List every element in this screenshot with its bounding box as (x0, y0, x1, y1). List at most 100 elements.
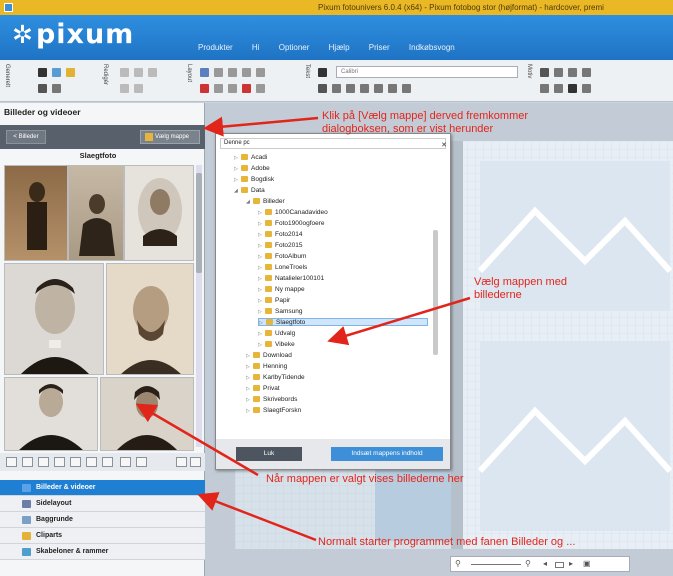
rotate-icon[interactable] (120, 457, 131, 467)
prev-page-icon[interactable]: ◂ (543, 559, 547, 568)
photo-icon[interactable] (52, 68, 61, 77)
text-tool-icon[interactable] (318, 68, 327, 77)
help-icon[interactable] (66, 68, 75, 77)
motif-zoom-icon[interactable] (554, 68, 563, 77)
tree-item-folder[interactable]: ▷ Henning (246, 363, 287, 371)
tree-item-adobe[interactable]: ▷ Adobe (234, 165, 270, 173)
zoom-out-icon[interactable] (22, 457, 33, 467)
preview-icon[interactable]: ▣ (583, 559, 591, 568)
delete-icon[interactable] (136, 457, 147, 467)
tree-scrollbar[interactable] (433, 230, 438, 355)
motif-fill-icon[interactable] (568, 84, 577, 93)
underline-icon[interactable] (346, 84, 355, 93)
undo-icon[interactable] (120, 68, 129, 77)
tab-cliparts[interactable]: Cliparts (0, 528, 205, 544)
thumbnail-photo[interactable] (68, 165, 124, 261)
thumbnail-scroll-thumb[interactable] (196, 173, 202, 273)
tree-item-folder[interactable]: ▷ Udvalg (258, 330, 295, 338)
motif-more-icon[interactable] (582, 84, 591, 93)
tree-item-folder[interactable]: ▷ Natalieler100101 (258, 275, 324, 283)
thumbnail-photo[interactable] (4, 377, 98, 451)
menu-produkter[interactable]: Produkter (198, 43, 233, 52)
settings-icon[interactable] (52, 84, 61, 93)
tree-item-folder[interactable]: ▷ Papir (258, 297, 290, 305)
tree-item-folder[interactable]: ▷ LoneTroels (258, 264, 307, 272)
tree-item-folder[interactable]: ▷ Ny mappe (258, 286, 305, 294)
zoom-in-icon[interactable] (38, 457, 49, 467)
menu-hjaelp[interactable]: Hjælp (329, 43, 350, 52)
layout-front-icon[interactable] (214, 84, 223, 93)
tree-item-folder[interactable]: ▷ Foto1900ogfoere (258, 220, 325, 228)
align-left-icon[interactable] (360, 84, 369, 93)
back-button[interactable]: < Billeder (6, 130, 46, 144)
align-center-icon[interactable] (374, 84, 383, 93)
paste-icon[interactable] (134, 84, 143, 93)
zoom-out-icon[interactable]: ⚲ (455, 559, 461, 568)
filter-icon[interactable] (102, 457, 113, 467)
tree-item-folder[interactable]: ▷ Skrivebords (246, 396, 297, 404)
copy-icon[interactable] (120, 84, 129, 93)
layout-flip-icon[interactable] (228, 68, 237, 77)
layout-back-icon[interactable] (228, 84, 237, 93)
tree-item-folder[interactable]: ▷ Vibeke (258, 341, 295, 349)
tree-item-folder[interactable]: ▷ Privat (246, 385, 280, 393)
layout-rotate-icon[interactable] (214, 68, 223, 77)
italic-icon[interactable] (332, 84, 341, 93)
view-small-icon[interactable] (54, 457, 65, 467)
menu-optioner[interactable]: Optioner (279, 43, 310, 52)
text-color-icon[interactable] (388, 84, 397, 93)
tree-item-folder[interactable]: ▷ Foto2014 (258, 231, 302, 239)
tree-item-folder[interactable]: ▷ 1000Canadavideo (258, 209, 328, 217)
location-bar[interactable]: Denne pc ✕ (220, 138, 447, 150)
tree-item-billeder[interactable]: ◢ Billeder (246, 198, 285, 206)
view-medium-icon[interactable] (70, 457, 81, 467)
bold-icon[interactable] (318, 84, 327, 93)
sort-icon[interactable] (6, 457, 17, 467)
tree-item-folder[interactable]: ▷ Download (246, 352, 292, 360)
thumbnail-photo[interactable] (124, 165, 194, 261)
tree-item-data[interactable]: ◢ Data (234, 187, 265, 195)
tree-item-folder[interactable]: ▷ Foto2015 (258, 242, 302, 250)
layout-delete-icon[interactable] (200, 84, 209, 93)
next-page-icon[interactable]: ▸ (569, 559, 573, 568)
motif-frame-icon[interactable] (540, 84, 549, 93)
cut-icon[interactable] (148, 68, 157, 77)
save-icon[interactable] (38, 68, 47, 77)
motif-filter-icon[interactable] (568, 68, 577, 77)
collapse-icon[interactable] (190, 457, 201, 467)
layout-align-icon[interactable] (242, 68, 251, 77)
layout-more-icon[interactable] (256, 84, 265, 93)
pages-grid-icon[interactable] (555, 562, 564, 568)
close-dialog-button[interactable]: Luk (236, 447, 302, 461)
font-select[interactable]: Calibri (336, 66, 518, 78)
view-large-icon[interactable] (86, 457, 97, 467)
add-folder-content-button[interactable]: Indsæt mappens indhold (331, 447, 443, 461)
tree-item-folder[interactable]: ▷ KarlbyTidende (246, 374, 305, 382)
menu-priser[interactable]: Priser (369, 43, 390, 52)
tree-item-folder[interactable]: ▷ FotoAlbum (258, 253, 306, 261)
text-size-icon[interactable] (402, 84, 411, 93)
tree-item-folder[interactable]: ▷ Samsung (258, 308, 302, 316)
thumbnail-photo[interactable] (106, 263, 194, 375)
layout-grid-icon[interactable] (200, 68, 209, 77)
tree-item-slaegtfoto[interactable]: ▷ Slaegtfoto (258, 318, 428, 326)
tab-billeder-videoer[interactable]: Billeder & videoer (0, 480, 205, 496)
tab-sidelayout[interactable]: Sidelayout (0, 496, 205, 512)
expand-icon[interactable] (176, 457, 187, 467)
tree-item-folder[interactable]: ▷ SlaegtForskn (246, 407, 301, 415)
thumbnail-photo[interactable] (4, 165, 68, 261)
thumbnail-photo[interactable] (4, 263, 104, 375)
choose-folder-button[interactable]: Vælg mappe (140, 130, 200, 144)
tab-skabeloner-rammer[interactable]: Skabeloner & rammer (0, 544, 205, 560)
close-icon[interactable]: ✕ (441, 141, 447, 150)
tree-item-acadi[interactable]: ▷ Acadi (234, 154, 267, 162)
menu-indkoebsvogn[interactable]: Indkøbsvogn (409, 43, 455, 52)
print-icon[interactable] (38, 84, 47, 93)
tree-item-bogdisk[interactable]: ▷ Bogdisk (234, 176, 274, 184)
layout-distribute-icon[interactable] (256, 68, 265, 77)
thumbnail-photo[interactable] (100, 377, 194, 451)
menu-hi[interactable]: Hi (252, 43, 260, 52)
zoom-in-icon[interactable]: ⚲ (525, 559, 531, 568)
redo-icon[interactable] (134, 68, 143, 77)
motif-effect-icon[interactable] (582, 68, 591, 77)
